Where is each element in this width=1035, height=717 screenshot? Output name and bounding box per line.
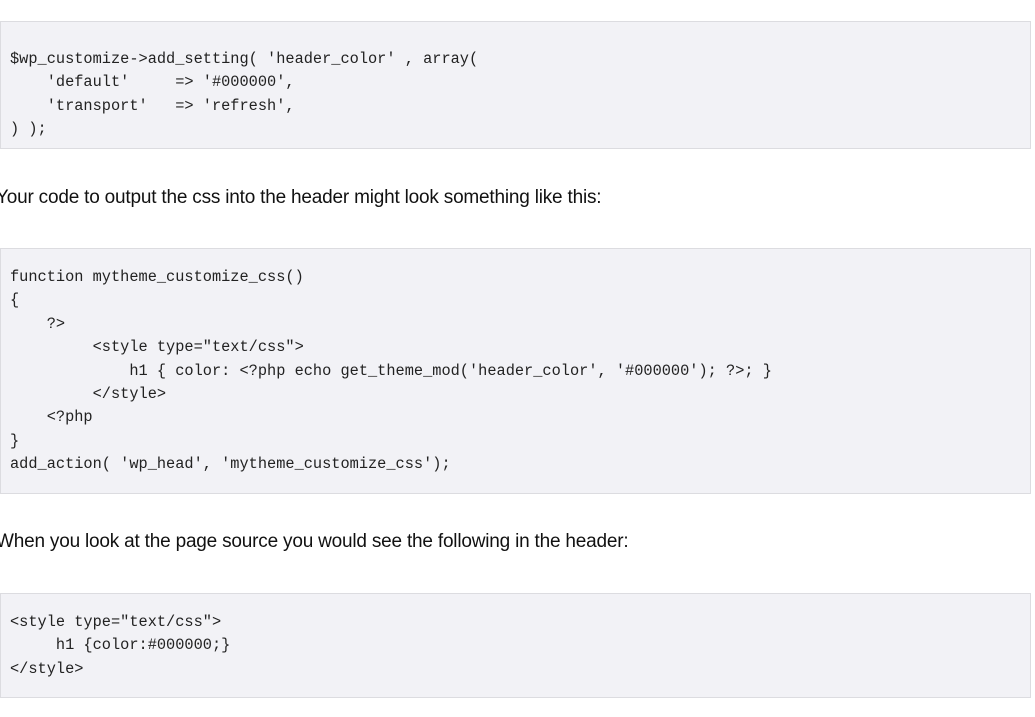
code-text: function mytheme_customize_css() { ?> <s… xyxy=(10,268,772,474)
code-block-add-setting: $wp_customize->add_setting( 'header_colo… xyxy=(0,21,1031,149)
paragraph-page-source: When you look at the page source you wou… xyxy=(0,531,629,552)
code-text: <style type="text/css"> h1 {color:#00000… xyxy=(10,613,231,678)
code-text: $wp_customize->add_setting( 'header_colo… xyxy=(10,50,479,139)
code-block-style-output: <style type="text/css"> h1 {color:#00000… xyxy=(0,593,1031,698)
paragraph-output-css: Your code to output the css into the hea… xyxy=(0,187,602,208)
code-block-customize-css: function mytheme_customize_css() { ?> <s… xyxy=(0,248,1031,494)
